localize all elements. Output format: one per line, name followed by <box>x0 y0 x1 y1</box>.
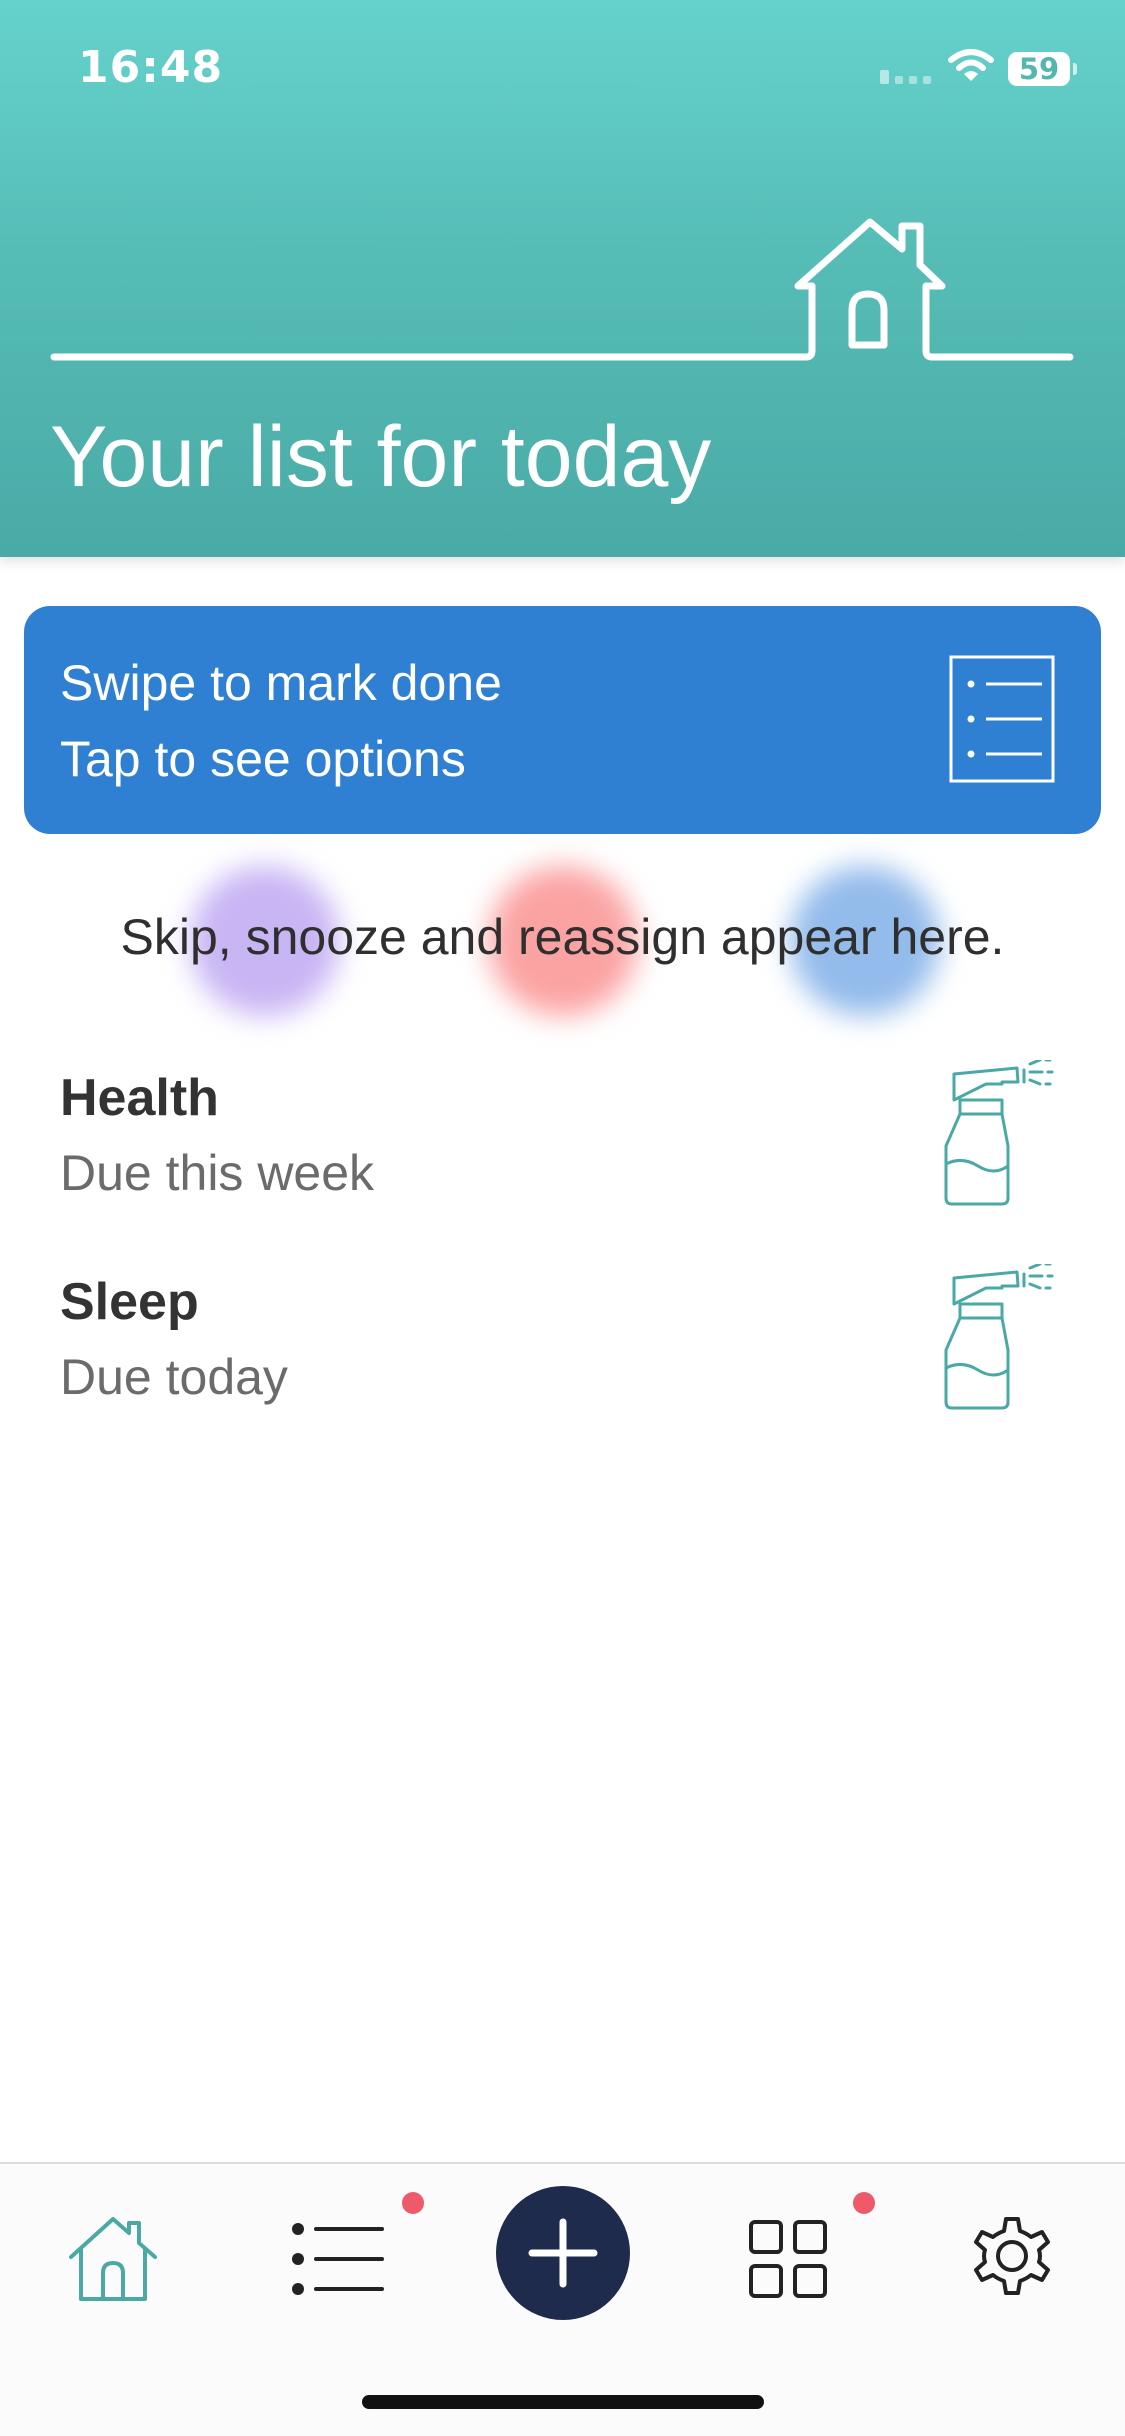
list-notification-badge <box>402 2192 424 2214</box>
grid-notification-badge <box>853 2192 875 2214</box>
add-button[interactable] <box>496 2186 630 2320</box>
task-title: Health <box>60 1069 219 1127</box>
spray-bottle-icon <box>944 1060 1054 1206</box>
house-line-icon <box>50 218 1074 361</box>
home-indicator <box>362 2395 764 2409</box>
task-item-health[interactable]: Health Due this week <box>0 1060 1125 1250</box>
list-document-icon <box>949 655 1055 783</box>
task-due: Due this week <box>60 1145 375 1201</box>
header: 16:48 59 Your list for today <box>0 0 1125 557</box>
nav-settings-button[interactable] <box>957 2204 1067 2314</box>
gear-icon <box>974 2217 1050 2295</box>
tip-swipe-text: Swipe to mark done <box>60 655 502 711</box>
nav-home-button[interactable] <box>58 2204 168 2314</box>
page-title: Your list for today <box>50 409 712 505</box>
grid-icon <box>749 2220 827 2298</box>
hint-text: Skip, snooze and reassign appear here. <box>120 909 1005 965</box>
tip-tap-text: Tap to see options <box>60 731 466 787</box>
list-icon <box>292 2223 384 2295</box>
nav-list-button[interactable] <box>283 2204 393 2314</box>
task-item-sleep[interactable]: Sleep Due today <box>0 1264 1125 1454</box>
home-icon <box>69 2217 157 2301</box>
screen: 16:48 59 Your list for today Swipe to ma… <box>0 0 1125 2436</box>
task-title: Sleep <box>60 1273 199 1331</box>
spray-bottle-icon <box>944 1264 1054 1410</box>
nav-grid-button[interactable] <box>733 2204 843 2314</box>
task-due: Due today <box>60 1349 288 1405</box>
tip-card[interactable]: Swipe to mark done Tap to see options <box>24 606 1101 834</box>
plus-icon <box>528 2218 598 2288</box>
